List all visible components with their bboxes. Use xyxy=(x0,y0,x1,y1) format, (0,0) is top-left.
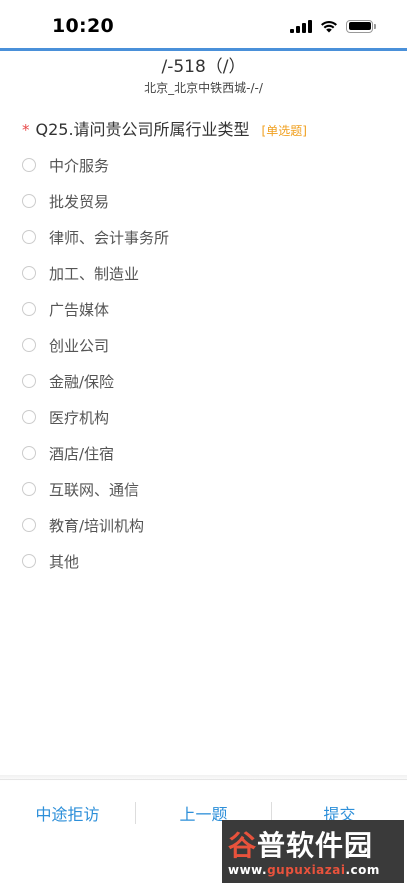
option-item[interactable]: 教育/培训机构 xyxy=(22,507,382,543)
battery-icon xyxy=(346,19,376,33)
option-label: 酒店/住宿 xyxy=(49,444,115,463)
option-item[interactable]: 酒店/住宿 xyxy=(22,435,382,471)
watermark-logo-accent: 谷 xyxy=(228,829,258,862)
signal-icon xyxy=(290,19,312,33)
radio-button[interactable] xyxy=(22,194,36,208)
required-mark: * xyxy=(22,121,30,139)
radio-button[interactable] xyxy=(22,482,36,496)
survey-subtitle: 北京_北京中铁西城-/-/ xyxy=(144,81,263,95)
radio-button[interactable] xyxy=(22,302,36,316)
radio-button[interactable] xyxy=(22,338,36,352)
watermark-logo: 谷普软件园 www.gupuxiazai.com xyxy=(222,820,404,883)
watermark-url: www.gupuxiazai.com xyxy=(228,863,380,877)
option-list: 中介服务 批发贸易 律师、会计事务所 加工、制造业 广告媒体 创业公司 金融/保… xyxy=(22,147,382,579)
option-item[interactable]: 互联网、通信 xyxy=(22,471,382,507)
refuse-button[interactable]: 中途拒访 xyxy=(0,780,135,846)
option-label: 创业公司 xyxy=(49,336,110,355)
radio-button[interactable] xyxy=(22,410,36,424)
option-item[interactable]: 创业公司 xyxy=(22,327,382,363)
watermark-logo-rest: 普软件园 xyxy=(257,829,374,862)
question-type-label: [单选题] xyxy=(261,124,307,138)
option-item[interactable]: 律师、会计事务所 xyxy=(22,219,382,255)
radio-button[interactable] xyxy=(22,518,36,532)
option-label: 加工、制造业 xyxy=(49,264,140,283)
watermark-url-domain: gupuxiazai xyxy=(267,863,346,877)
wifi-icon xyxy=(321,20,337,33)
radio-button[interactable] xyxy=(22,554,36,568)
status-icons xyxy=(290,19,376,33)
option-item[interactable]: 医疗机构 xyxy=(22,399,382,435)
radio-button[interactable] xyxy=(22,230,36,244)
option-item[interactable]: 金融/保险 xyxy=(22,363,382,399)
option-label: 互联网、通信 xyxy=(49,480,140,499)
option-label: 教育/培训机构 xyxy=(49,516,145,535)
option-label: 金融/保险 xyxy=(49,372,115,391)
radio-button[interactable] xyxy=(22,158,36,172)
header-accent-line xyxy=(0,48,407,51)
survey-title: /-518（/） xyxy=(161,57,246,77)
option-item[interactable]: 加工、制造业 xyxy=(22,255,382,291)
option-label: 律师、会计事务所 xyxy=(49,228,170,247)
status-bar: 10:20 xyxy=(0,0,407,50)
option-item[interactable]: 其他 xyxy=(22,543,382,579)
option-item[interactable]: 批发贸易 xyxy=(22,183,382,219)
option-label: 中介服务 xyxy=(49,156,110,175)
question-header: * Q25.请问贵公司所属行业类型 [单选题] xyxy=(22,116,392,140)
status-time: 10:20 xyxy=(52,15,114,37)
question-text: Q25.请问贵公司所属行业类型 xyxy=(35,120,250,139)
option-item[interactable]: 广告媒体 xyxy=(22,291,382,327)
option-label: 医疗机构 xyxy=(49,408,110,427)
radio-button[interactable] xyxy=(22,266,36,280)
option-label: 广告媒体 xyxy=(49,300,110,319)
radio-button[interactable] xyxy=(22,374,36,388)
watermark-url-prefix: www. xyxy=(228,863,268,877)
option-label: 其他 xyxy=(49,552,80,571)
watermark-url-suffix: .com xyxy=(345,863,380,877)
option-label: 批发贸易 xyxy=(49,192,110,211)
radio-button[interactable] xyxy=(22,446,36,460)
option-item[interactable]: 中介服务 xyxy=(22,147,382,183)
watermark-logo-text: 谷普软件园 xyxy=(228,824,373,864)
